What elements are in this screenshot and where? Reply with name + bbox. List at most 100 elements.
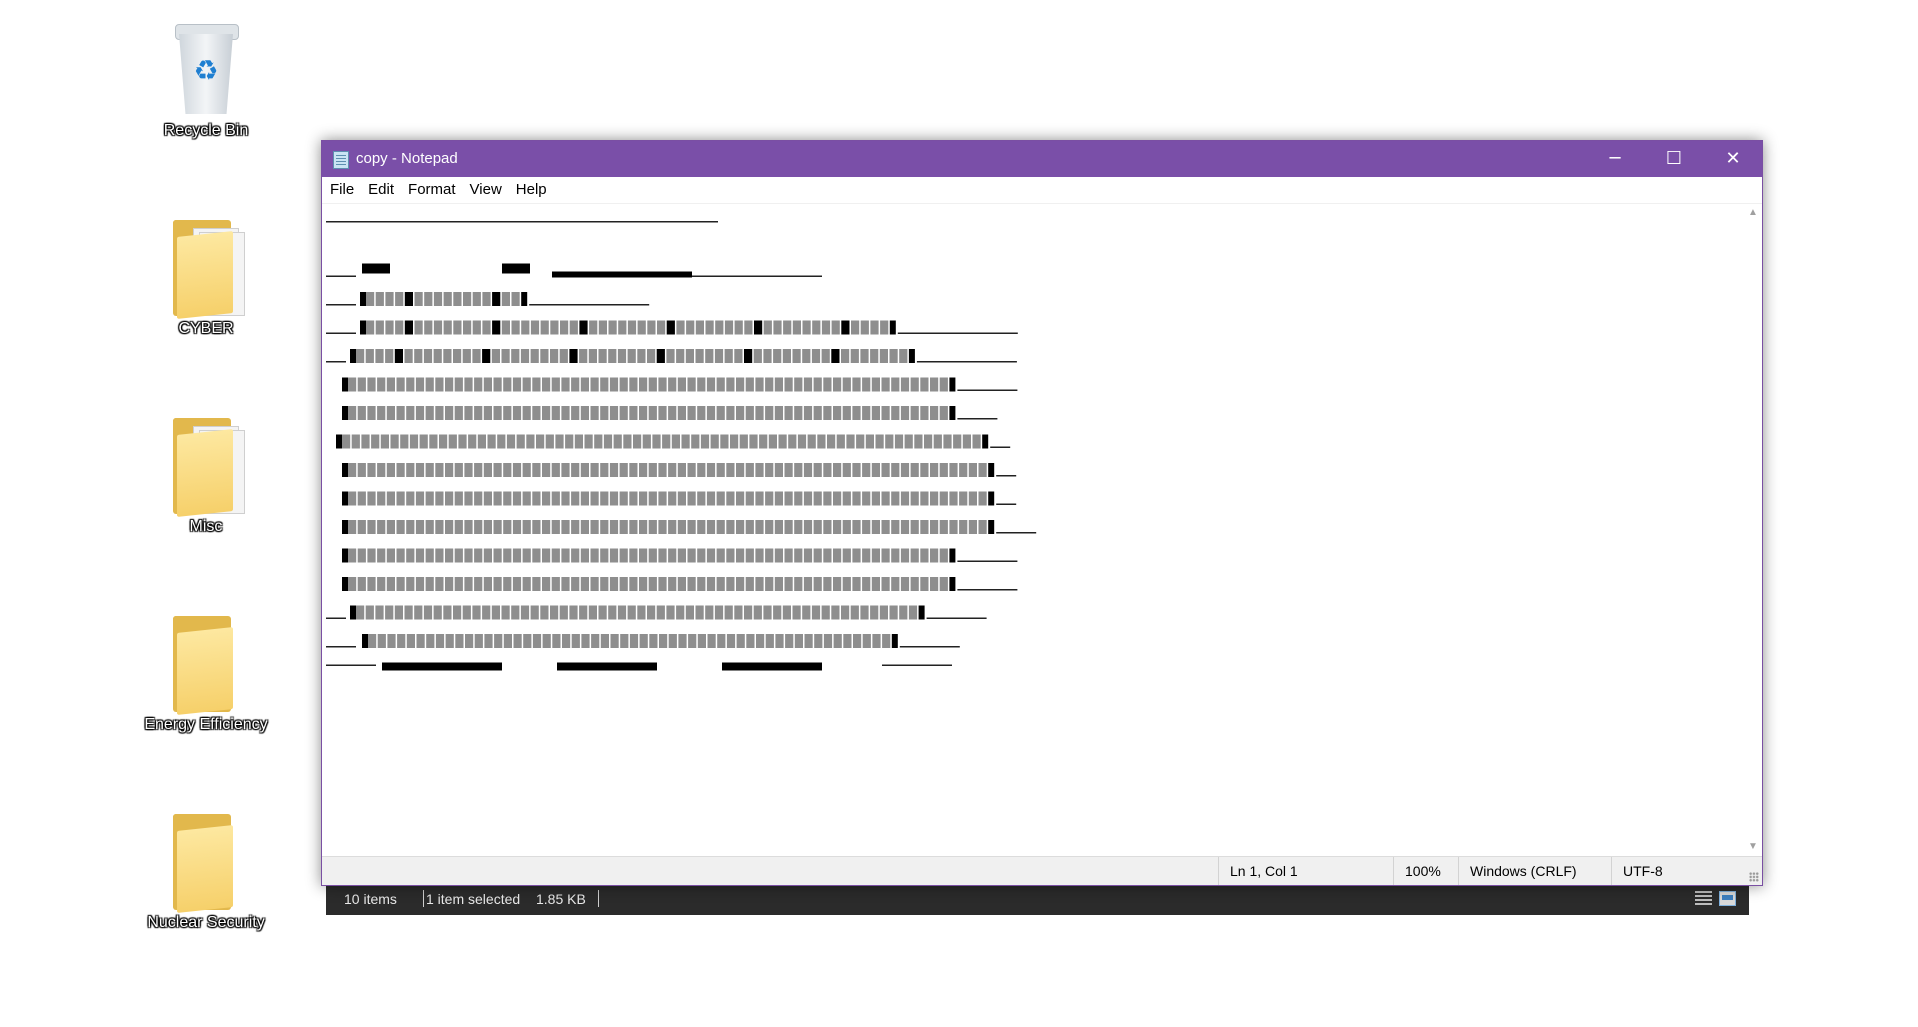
text-block xyxy=(910,406,919,420)
resize-grip-icon[interactable] xyxy=(1749,872,1759,882)
text-block xyxy=(908,349,915,363)
text-block xyxy=(617,605,627,620)
text-block xyxy=(561,377,570,392)
desktop-icon-misc[interactable]: Misc xyxy=(136,406,276,536)
text-rule xyxy=(882,664,952,666)
text-block xyxy=(619,577,628,591)
menu-file[interactable]: File xyxy=(323,177,361,203)
text-block xyxy=(357,520,366,534)
text-rule xyxy=(326,332,356,334)
text-block xyxy=(765,548,774,563)
text-block xyxy=(386,520,395,534)
text-block xyxy=(714,605,724,620)
text-block xyxy=(503,491,512,506)
desktop-icon-recycle-bin[interactable]: ♻ Recycle Bin xyxy=(136,10,276,140)
text-block xyxy=(658,577,667,591)
text-block xyxy=(879,605,888,620)
text-block xyxy=(841,349,850,363)
minimize-button[interactable]: ─ xyxy=(1586,141,1644,177)
text-block xyxy=(930,548,939,563)
text-block xyxy=(512,463,522,477)
scroll-up-arrow-icon[interactable]: ▲ xyxy=(1744,204,1762,221)
text-block xyxy=(900,406,910,420)
details-view-icon[interactable] xyxy=(1695,891,1712,906)
text-block xyxy=(881,548,890,563)
text-block xyxy=(483,491,492,506)
text-block xyxy=(850,349,859,363)
text-block xyxy=(914,434,923,449)
text-block xyxy=(706,463,716,477)
close-button[interactable]: ✕ xyxy=(1704,141,1762,177)
text-block xyxy=(580,520,589,534)
desktop-icon-energy-efficiency[interactable]: Energy Efficiency xyxy=(136,604,276,734)
menu-help[interactable]: Help xyxy=(509,177,554,203)
text-block xyxy=(657,320,666,335)
text-block xyxy=(520,349,530,363)
text-block xyxy=(939,548,948,563)
text-block xyxy=(435,577,444,591)
text-block xyxy=(569,320,578,335)
menu-format[interactable]: Format xyxy=(401,177,463,203)
menu-view[interactable]: View xyxy=(463,177,509,203)
text-block xyxy=(972,434,981,449)
text-rule xyxy=(996,532,1037,534)
text-block xyxy=(774,463,783,477)
text-block xyxy=(807,434,816,449)
text-block xyxy=(722,662,822,671)
text-block xyxy=(429,434,438,449)
title-bar[interactable]: copy - Notepad ─ ☐ ✕ xyxy=(322,141,1762,177)
text-block xyxy=(705,349,714,363)
text-block xyxy=(784,406,793,420)
text-block xyxy=(962,434,971,449)
desktop-icon-cyber[interactable]: CYBER xyxy=(136,208,276,338)
menu-edit[interactable]: Edit xyxy=(361,177,401,203)
text-block xyxy=(600,491,609,506)
large-icons-view-icon[interactable] xyxy=(1719,891,1736,906)
text-block xyxy=(448,434,457,449)
text-block xyxy=(445,634,454,648)
vertical-scrollbar[interactable]: ▲ ▼ xyxy=(1744,204,1762,855)
text-block xyxy=(501,349,510,363)
text-block xyxy=(571,463,580,477)
text-block xyxy=(794,634,803,648)
text-block xyxy=(765,634,774,648)
text-block xyxy=(827,434,836,449)
text-block xyxy=(348,577,357,591)
text-block xyxy=(745,463,754,477)
text-block xyxy=(918,605,925,620)
text-block xyxy=(474,520,483,534)
zoom-level: 100% xyxy=(1393,857,1455,885)
text-block xyxy=(784,491,793,506)
text-block xyxy=(833,377,842,392)
text-block xyxy=(677,577,686,591)
text-block xyxy=(414,292,423,306)
text-block xyxy=(629,491,638,506)
text-block xyxy=(491,349,500,363)
text-block xyxy=(697,406,706,420)
text-block xyxy=(687,577,696,591)
text-block xyxy=(396,577,405,591)
text-editor-area[interactable] xyxy=(322,204,1744,855)
text-block xyxy=(386,377,395,392)
text-block xyxy=(813,548,822,563)
desktop-icon-label: CYBER xyxy=(178,320,234,337)
text-block xyxy=(668,377,677,392)
text-block xyxy=(871,520,880,534)
folder-icon xyxy=(173,418,245,517)
text-block xyxy=(794,463,803,477)
text-block xyxy=(424,292,433,306)
text-block xyxy=(523,634,532,648)
text-block xyxy=(862,491,871,506)
desktop-icon-nuclear-security[interactable]: Nuclear Security xyxy=(136,802,276,932)
text-block xyxy=(736,634,745,648)
text-block xyxy=(426,634,435,648)
text-block xyxy=(357,577,366,591)
notepad-app-icon[interactable] xyxy=(333,151,349,169)
scroll-down-arrow-icon[interactable]: ▼ xyxy=(1744,838,1762,855)
text-block xyxy=(613,434,622,449)
text-block xyxy=(823,463,832,477)
text-block xyxy=(871,577,880,591)
text-block xyxy=(697,377,706,392)
maximize-button[interactable]: ☐ xyxy=(1645,141,1703,177)
text-block xyxy=(744,349,753,363)
